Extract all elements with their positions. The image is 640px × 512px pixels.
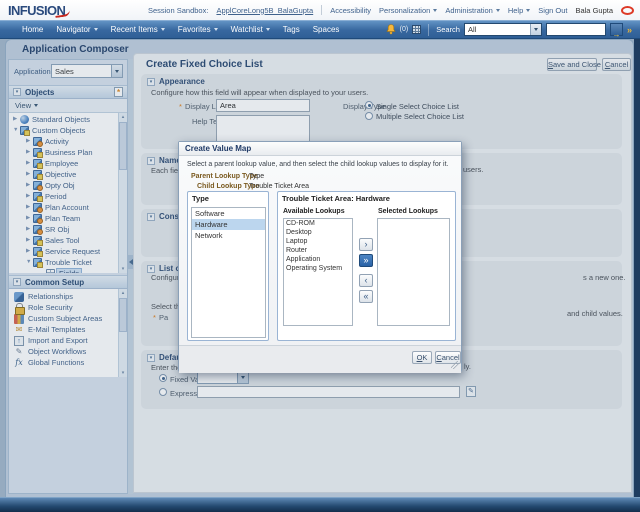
available-lookup-router[interactable]: Router <box>284 246 352 255</box>
move-selected-icon[interactable] <box>359 238 373 251</box>
notifications-bell-icon[interactable] <box>386 24 396 35</box>
search-input[interactable] <box>546 23 606 36</box>
parent-lookup-type-value: Type <box>249 173 264 180</box>
available-lookup-desktop[interactable]: Desktop <box>284 228 352 237</box>
available-lookups-list: CD-ROMDesktopLaptopRouterApplicationOper… <box>283 218 353 326</box>
screen: INFUSION Session Sandbox: ApplCoreLong5B… <box>0 0 640 512</box>
selected-lookups-label: Selected Lookups <box>378 208 438 215</box>
type-panel: Type SoftwareHardwareNetwork <box>187 191 269 341</box>
lookup-panel: Trouble Ticket Area: Hardware Available … <box>277 191 456 341</box>
menu-help[interactable]: Help <box>508 6 530 15</box>
search-label: Search <box>436 25 460 34</box>
dialog-instruction: Select a parent lookup value, and then s… <box>187 161 449 168</box>
child-lookup-type-value: Trouble Ticket Area <box>249 183 309 190</box>
search-scope-select[interactable]: All <box>464 23 542 36</box>
main-navbar: Home Navigator Recent Items Favorites Watchl… <box>0 20 640 39</box>
create-value-map-dialog: Create Value Map Select a parent lookup … <box>178 141 462 372</box>
type-list: SoftwareHardwareNetwork <box>191 207 266 338</box>
logo-swoosh-icon <box>55 10 71 18</box>
menu-personalization[interactable]: Personalization <box>379 6 437 15</box>
available-lookup-operating-system[interactable]: Operating System <box>284 264 352 273</box>
main-menu: Home Navigator Recent Items Favorites Watchl… <box>22 21 339 38</box>
session-sandbox-link[interactable]: ApplCoreLong5B_BalaGupta <box>216 6 313 15</box>
chevron-down-icon <box>214 28 218 31</box>
type-option-network[interactable]: Network <box>192 230 265 241</box>
dialog-title: Create Value Map <box>185 142 251 156</box>
ok-button[interactable]: OK <box>412 351 432 364</box>
divider <box>428 24 429 36</box>
link-sign-out[interactable]: Sign Out <box>538 6 567 15</box>
chevron-down-icon <box>94 28 98 31</box>
remove-selected-icon[interactable] <box>359 274 373 287</box>
type-option-software[interactable]: Software <box>192 208 265 219</box>
dialog-titlebar[interactable]: Create Value Map <box>179 142 461 156</box>
footer-band <box>0 497 640 512</box>
menu-navigator[interactable]: Navigator <box>56 25 97 34</box>
menu-spaces[interactable]: Spaces <box>313 25 340 34</box>
menu-tags[interactable]: Tags <box>283 25 300 34</box>
type-panel-header: Type <box>192 194 209 203</box>
divider <box>321 5 322 15</box>
apps-grid-icon[interactable] <box>412 25 421 34</box>
window-right-edge <box>634 39 640 512</box>
chevron-down-icon[interactable] <box>530 24 541 35</box>
available-lookup-application[interactable]: Application <box>284 255 352 264</box>
menu-recent-items[interactable]: Recent Items <box>111 25 165 34</box>
session-sandbox-label: Session Sandbox: <box>148 6 208 15</box>
global-links: Session Sandbox: ApplCoreLong5B_BalaGupt… <box>148 0 634 20</box>
link-accessibility[interactable]: Accessibility <box>330 6 371 15</box>
advanced-search-icon[interactable] <box>627 25 632 35</box>
chevron-down-icon <box>161 28 165 31</box>
resize-grip[interactable] <box>451 361 459 369</box>
parent-lookup-type-label: Parent Lookup Type <box>191 173 258 180</box>
remove-all-icon[interactable] <box>359 290 373 303</box>
chevron-down-icon <box>266 28 270 31</box>
available-lookup-cd-rom[interactable]: CD-ROM <box>284 219 352 228</box>
menu-administration[interactable]: Administration <box>445 6 500 15</box>
menu-home[interactable]: Home <box>22 25 43 34</box>
type-option-hardware[interactable]: Hardware <box>192 219 265 230</box>
available-lookup-laptop[interactable]: Laptop <box>284 237 352 246</box>
menu-watchlist[interactable]: Watchlist <box>231 25 270 34</box>
infusion-logo: INFUSION <box>8 3 65 18</box>
oracle-logo-icon <box>621 6 634 15</box>
search-go-button[interactable] <box>610 23 623 36</box>
user-name: Bala Gupta <box>575 6 613 15</box>
notification-count: (0) <box>400 26 409 33</box>
selected-lookups-list[interactable] <box>377 218 450 326</box>
global-header: INFUSION Session Sandbox: ApplCoreLong5B… <box>0 0 640 20</box>
navbar-tools: (0) Search All <box>386 21 632 38</box>
available-lookups-label: Available Lookups <box>283 208 345 215</box>
lookup-panel-header: Trouble Ticket Area: Hardware <box>282 194 390 203</box>
menu-favorites[interactable]: Favorites <box>178 25 218 34</box>
search-scope-value: All <box>465 25 530 34</box>
move-all-icon[interactable] <box>359 254 373 267</box>
